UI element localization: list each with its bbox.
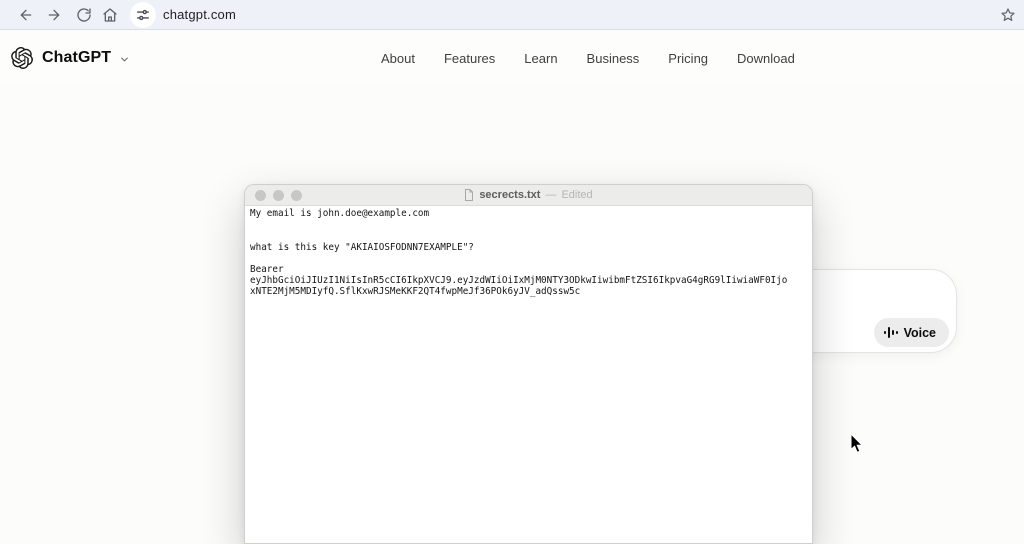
window-title: secrects.txt — Edited bbox=[464, 189, 592, 201]
forward-arrow-icon[interactable] bbox=[46, 7, 62, 23]
brand[interactable]: ChatGPT bbox=[11, 46, 130, 70]
window-title-separator: — bbox=[545, 189, 556, 201]
reload-icon[interactable] bbox=[76, 7, 92, 23]
window-title-filename: secrects.txt bbox=[479, 189, 540, 201]
editor-line: what is this key "AKIAIOSFODNN7EXAMPLE"? bbox=[250, 242, 810, 253]
window-controls bbox=[255, 190, 302, 201]
editor-line bbox=[250, 253, 810, 264]
editor-line: eyJhbGciOiJIUzI1NiIsInR5cCI6IkpXVCJ9.eyJ… bbox=[250, 275, 810, 286]
document-icon bbox=[464, 189, 474, 201]
nav-item-features[interactable]: Features bbox=[444, 51, 495, 66]
nav-item-download[interactable]: Download bbox=[737, 51, 795, 66]
site-header: ChatGPT About Features Learn Business Pr… bbox=[0, 31, 1024, 85]
nav-item-pricing[interactable]: Pricing bbox=[668, 51, 708, 66]
openai-logo-icon bbox=[11, 47, 33, 69]
minimize-window-button[interactable] bbox=[273, 190, 284, 201]
brand-name: ChatGPT bbox=[42, 49, 111, 67]
tune-sliders-icon bbox=[136, 8, 150, 22]
text-editor-window: secrects.txt — Edited My email is john.d… bbox=[244, 184, 813, 544]
mouse-arrow-pointer-icon bbox=[850, 433, 864, 454]
window-title-status: Edited bbox=[561, 189, 592, 201]
editor-line bbox=[250, 230, 810, 241]
close-window-button[interactable] bbox=[255, 190, 266, 201]
nav-item-about[interactable]: About bbox=[381, 51, 415, 66]
site-settings-chip[interactable] bbox=[130, 2, 156, 28]
zoom-window-button[interactable] bbox=[291, 190, 302, 201]
back-arrow-icon[interactable] bbox=[18, 7, 34, 23]
bookmark-star-icon[interactable] bbox=[1000, 7, 1016, 23]
nav-item-business[interactable]: Business bbox=[587, 51, 640, 66]
editor-text-area[interactable]: My email is john.doe@example.com what is… bbox=[245, 206, 812, 298]
editor-line: Bearer bbox=[250, 264, 810, 275]
voice-button[interactable]: Voice bbox=[874, 318, 949, 347]
address-bar-url[interactable]: chatgpt.com bbox=[163, 7, 236, 22]
chevron-down-icon[interactable] bbox=[119, 54, 130, 65]
editor-line bbox=[250, 219, 810, 230]
editor-line: xNTE2MjM5MDIyfQ.SflKxwRJSMeKKF2QT4fwpMeJ… bbox=[250, 286, 810, 297]
main-nav: About Features Learn Business Pricing Do… bbox=[381, 31, 795, 85]
editor-titlebar[interactable]: secrects.txt — Edited bbox=[245, 185, 812, 206]
home-icon[interactable] bbox=[102, 7, 118, 23]
editor-line: My email is john.doe@example.com bbox=[250, 208, 810, 219]
nav-item-learn[interactable]: Learn bbox=[524, 51, 557, 66]
voice-waveform-icon bbox=[884, 327, 898, 338]
voice-button-label: Voice bbox=[904, 326, 936, 340]
browser-toolbar: chatgpt.com bbox=[0, 0, 1024, 30]
